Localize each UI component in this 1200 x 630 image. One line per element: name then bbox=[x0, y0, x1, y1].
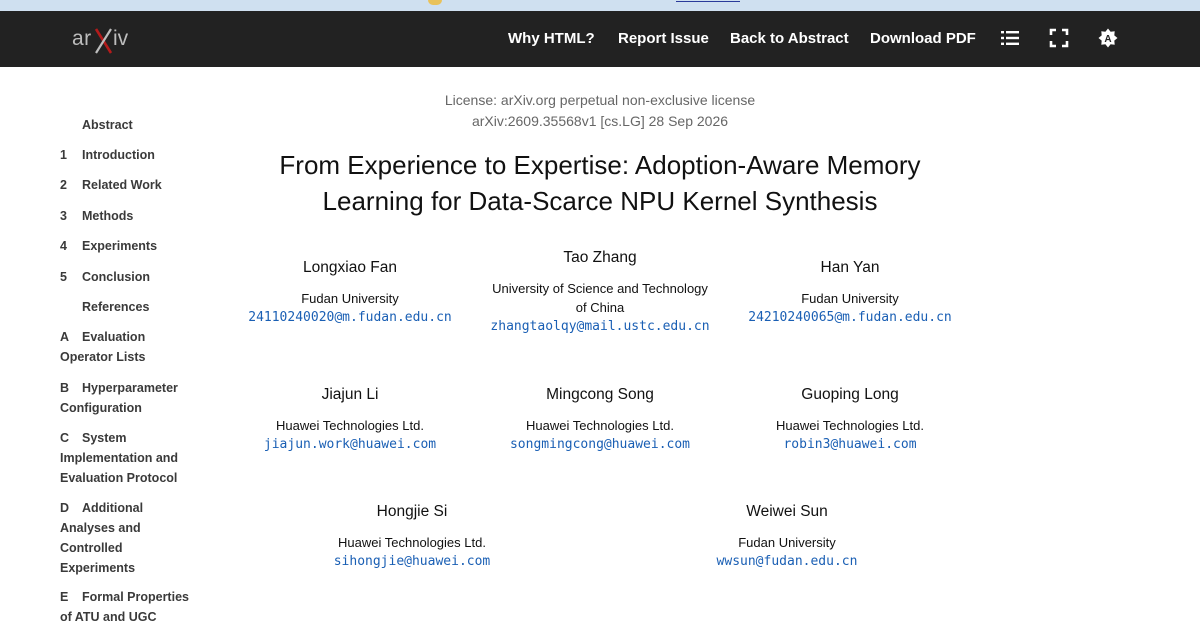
author-email[interactable]: wwsun@fudan.edu.cn bbox=[717, 554, 858, 569]
banner-link-underline[interactable] bbox=[676, 1, 740, 2]
svg-text:iv: iv bbox=[113, 27, 129, 50]
toc-item-number: 3 bbox=[60, 209, 67, 223]
toc-item-label: Methods bbox=[82, 209, 134, 223]
author-block: Weiwei Sun Fudan University wwsun@fudan.… bbox=[667, 502, 907, 572]
author-email[interactable]: songmingcong@huawei.com bbox=[510, 437, 690, 452]
toc-item-label: Introduction bbox=[82, 148, 155, 162]
toc-item-appendix-a[interactable]: A Evaluation Operator Lists bbox=[60, 327, 200, 367]
author-block: Mingcong Song Huawei Technologies Ltd. s… bbox=[480, 385, 720, 455]
toc-item-methods[interactable]: 3 Methods bbox=[60, 206, 200, 226]
toc-item-number: B bbox=[60, 381, 70, 395]
author-name: Longxiao Fan bbox=[303, 259, 397, 276]
toc-item-conclusion[interactable]: 5 Conclusion bbox=[60, 267, 200, 287]
toc-item-label: References bbox=[82, 300, 150, 314]
author-name: Mingcong Song bbox=[546, 386, 654, 403]
svg-text:A: A bbox=[1104, 34, 1111, 45]
toc-item-label: Formal Properties bbox=[82, 590, 189, 604]
arxiv-id: arXiv:2609.35568v1 [cs.LG] 28 Sep 2026 bbox=[471, 113, 729, 129]
title-line-2: Learning for Data-Scarce NPU Kernel Synt… bbox=[322, 186, 878, 216]
toc-item-appendix-e[interactable]: E Formal Properties of ATU and UGC bbox=[60, 587, 200, 627]
toc-item-label: Conclusion bbox=[82, 270, 151, 284]
toc-item-label: Related Work bbox=[82, 178, 162, 192]
toc-item-number: E bbox=[60, 590, 69, 604]
author-email[interactable]: jiajun.work@huawei.com bbox=[264, 437, 436, 452]
author-email[interactable]: 24210240065@m.fudan.edu.cn bbox=[748, 310, 952, 325]
fullscreen-icon[interactable] bbox=[1049, 28, 1069, 48]
toc-item-experiments[interactable]: 4 Experiments bbox=[60, 236, 200, 256]
toc-item-label-cont: Implementation and bbox=[60, 451, 179, 465]
author-name: Tao Zhang bbox=[563, 249, 637, 266]
svg-text:ar: ar bbox=[72, 27, 92, 50]
author-affiliation: University of Science and Technology bbox=[492, 281, 708, 296]
author-name: Guoping Long bbox=[801, 386, 899, 403]
toc-item-related-work[interactable]: 2 Related Work bbox=[60, 175, 200, 195]
paper-title: From Experience to Expertise: Adoption-A… bbox=[260, 147, 940, 219]
arxiv-logo[interactable]: ar iv bbox=[72, 23, 144, 57]
author-name: Jiajun Li bbox=[321, 386, 379, 403]
toc-item-label-cont: Analyses and bbox=[60, 521, 141, 535]
toc-item-number: 5 bbox=[60, 270, 67, 284]
why-html-link[interactable]: Why HTML? bbox=[508, 30, 595, 47]
author-affiliation: Huawei Technologies Ltd. bbox=[338, 535, 486, 550]
toc-item-number: D bbox=[60, 501, 70, 515]
toc-item-label-cont: Experiments bbox=[60, 561, 136, 575]
toc-item-label-cont: Evaluation Protocol bbox=[60, 471, 178, 485]
author-block: Longxiao Fan Fudan University 2411024002… bbox=[230, 258, 470, 328]
toc-item-number: 1 bbox=[60, 148, 67, 162]
author-email[interactable]: sihongjie@huawei.com bbox=[334, 554, 491, 569]
download-pdf-link[interactable]: Download PDF bbox=[870, 30, 976, 47]
author-affiliation: Huawei Technologies Ltd. bbox=[526, 418, 674, 433]
author-email[interactable]: robin3@huawei.com bbox=[783, 437, 916, 452]
title-line-1: From Experience to Expertise: Adoption-A… bbox=[279, 150, 921, 180]
toc-item-number: 2 bbox=[60, 178, 67, 192]
author-block: Hongjie Si Huawei Technologies Ltd. siho… bbox=[292, 502, 532, 572]
toc-item-label: Additional bbox=[82, 501, 144, 515]
toc-item-number: 4 bbox=[60, 239, 67, 253]
license-text: License: arXiv.org perpetual non-exclusi… bbox=[444, 92, 756, 108]
notification-icon bbox=[428, 0, 442, 5]
theme-toggle-icon[interactable]: A bbox=[1098, 28, 1118, 48]
author-affiliation: Huawei Technologies Ltd. bbox=[776, 418, 924, 433]
author-block: Han Yan Fudan University 24210240065@m.f… bbox=[730, 258, 970, 328]
toc-item-label: Hyperparameter bbox=[82, 381, 178, 395]
toc-item-number: A bbox=[60, 330, 70, 344]
navbar: ar iv Why HTML? Report Issue Back to Abs… bbox=[0, 11, 1200, 67]
author-affiliation: Huawei Technologies Ltd. bbox=[276, 418, 424, 433]
toc-item-appendix-d[interactable]: D Additional Analyses and Controlled Expe… bbox=[60, 498, 200, 578]
list-icon[interactable] bbox=[1000, 28, 1020, 48]
back-to-abstract-link[interactable]: Back to Abstract bbox=[730, 30, 849, 47]
author-affiliation: Fudan University bbox=[738, 535, 836, 550]
author-affiliation: Fudan University bbox=[801, 291, 899, 306]
author-affiliation: Fudan University bbox=[301, 291, 399, 306]
toc-item-introduction[interactable]: 1 Introduction bbox=[60, 145, 200, 165]
toc-item-label-cont: of ATU and UGC bbox=[60, 610, 157, 624]
toc-item-label-cont: Configuration bbox=[60, 401, 142, 415]
author-block: Jiajun Li Huawei Technologies Ltd. jiaju… bbox=[230, 385, 470, 455]
author-name: Hongjie Si bbox=[376, 503, 448, 520]
toc-item-references[interactable]: References bbox=[60, 297, 200, 317]
author-affiliation-cont: of China bbox=[575, 300, 625, 315]
toc-item-label: Evaluation bbox=[82, 330, 146, 344]
toc-item-label: Experiments bbox=[82, 239, 158, 253]
toc-item-label-cont: Operator Lists bbox=[60, 350, 146, 364]
author-block: Tao Zhang University of Science and Tech… bbox=[480, 248, 720, 337]
toc-item-number: C bbox=[60, 431, 70, 445]
toc-item-label-cont: Controlled bbox=[60, 541, 123, 555]
browser-top-strip bbox=[0, 0, 1200, 11]
author-name: Weiwei Sun bbox=[746, 503, 828, 520]
author-block: Guoping Long Huawei Technologies Ltd. ro… bbox=[730, 385, 970, 455]
toc-item-appendix-c[interactable]: C System Implementation and Evaluation Pr… bbox=[60, 428, 200, 488]
toc-item-appendix-b[interactable]: B Hyperparameter Configuration bbox=[60, 378, 200, 418]
author-email[interactable]: zhangtaolqy@mail.ustc.edu.cn bbox=[490, 319, 709, 334]
report-issue-link[interactable]: Report Issue bbox=[618, 30, 709, 47]
author-email[interactable]: 24110240020@m.fudan.edu.cn bbox=[248, 310, 452, 325]
toc-item-label: System bbox=[82, 431, 127, 445]
author-name: Han Yan bbox=[820, 259, 880, 276]
